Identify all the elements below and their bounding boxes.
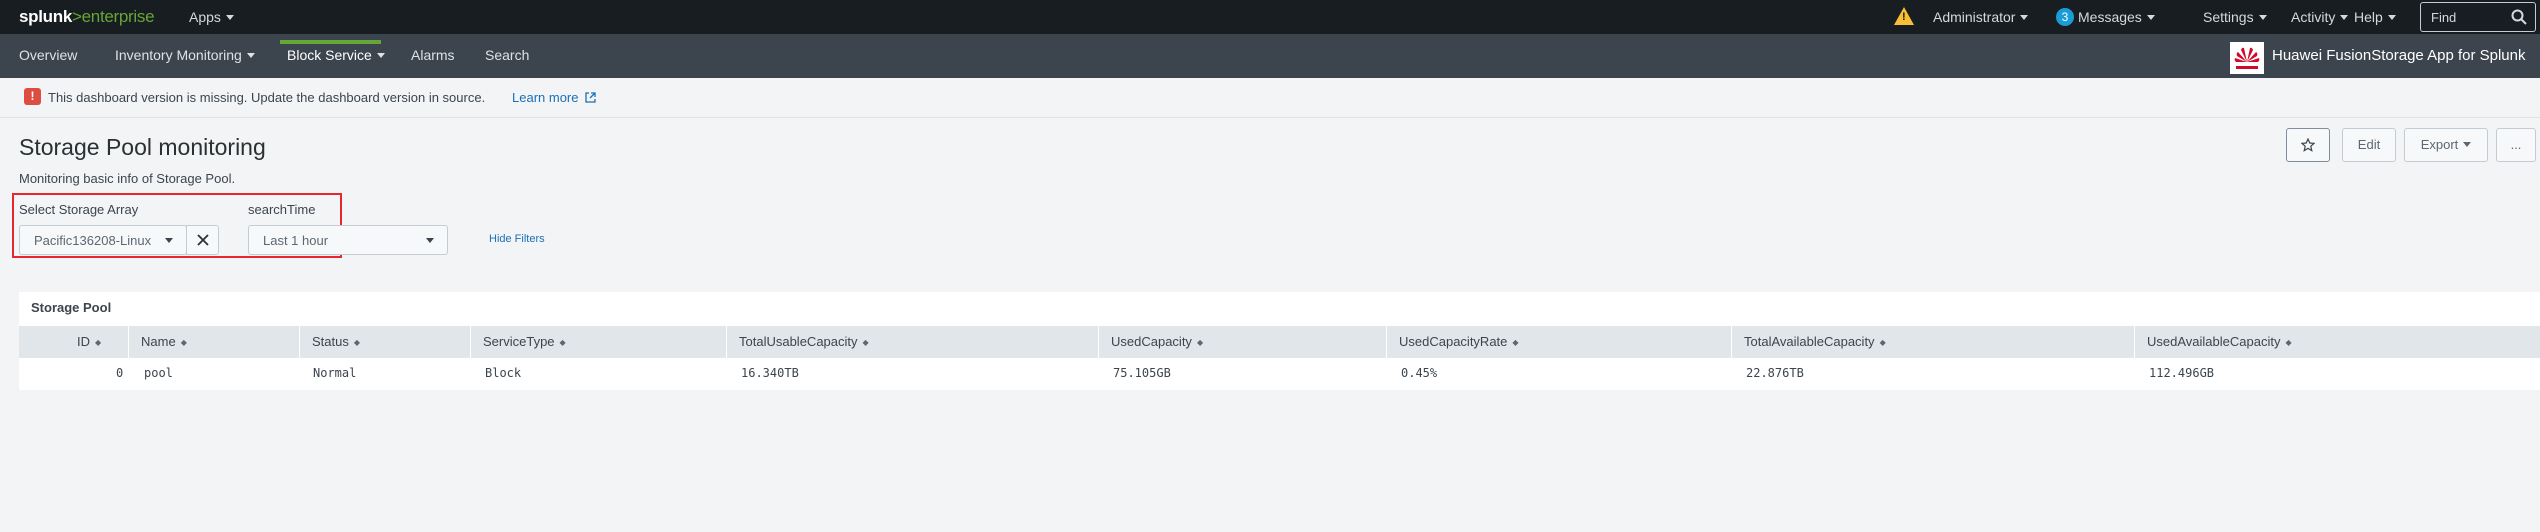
panel-title: Storage Pool — [31, 300, 112, 315]
edit-button[interactable]: Edit — [2342, 128, 2396, 162]
cell-status: Normal — [313, 366, 357, 380]
close-icon — [197, 234, 209, 246]
cell-servicetype: Block — [485, 366, 522, 380]
table-header: ID ◆ Name ◆ Status ◆ ServiceType ◆ TotalUsab… — [19, 326, 2540, 358]
dashboard-version-alert: This dashboard version is missing. Updat… — [48, 90, 486, 105]
sort-icon: ◆ — [2285, 338, 2292, 347]
sort-icon: ◆ — [95, 338, 102, 347]
column-header-name[interactable]: Name ◆ — [128, 326, 286, 358]
star-icon — [2300, 137, 2316, 152]
app-title[interactable]: Huawei FusionStorage App for Splunk — [2272, 47, 2525, 64]
storage-pool-panel: Storage Pool ID ◆ Name ◆ Status ◆ ServiceTy… — [19, 292, 2540, 390]
messages-count-badge[interactable]: 3 — [2056, 8, 2074, 26]
cell-name: pool — [144, 366, 173, 380]
column-header-usedcapacity[interactable]: UsedCapacity ◆ — [1098, 326, 1386, 358]
cell-totalusablecapacity: 16.340TB — [741, 366, 799, 380]
activity-menu[interactable]: Activity — [2291, 9, 2349, 25]
search-icon — [2511, 9, 2527, 25]
nav-block-service[interactable]: Block Service — [287, 47, 385, 63]
cell-usedcapacity: 75.105GB — [1113, 366, 1171, 380]
more-actions-button[interactable]: ... — [2496, 128, 2536, 162]
chevron-down-icon — [426, 238, 434, 243]
sort-icon: ◆ — [1196, 338, 1204, 347]
splunk-logo[interactable]: splunk>enterprise — [19, 7, 155, 27]
chevron-down-icon — [165, 238, 173, 243]
apps-menu[interactable]: Apps — [189, 9, 234, 25]
column-header-totalavailablecapacity[interactable]: TotalAvailableCapacity ◆ — [1731, 326, 2134, 358]
chevron-down-icon — [2020, 15, 2029, 20]
nav-search[interactable]: Search — [485, 47, 529, 63]
storage-array-dropdown[interactable]: Pacific136208-Linux — [19, 225, 187, 255]
column-header-id[interactable]: ID ◆ — [77, 326, 101, 358]
nav-overview[interactable]: Overview — [19, 47, 77, 63]
help-menu[interactable]: Help — [2354, 9, 2396, 25]
chevron-down-icon — [2463, 142, 2472, 147]
chevron-down-icon — [2340, 15, 2349, 20]
app-bar: Overview Inventory Monitoring Block Serv… — [0, 34, 2540, 78]
hide-filters-link[interactable]: Hide Filters — [489, 233, 545, 245]
find-placeholder: Find — [2431, 10, 2457, 25]
huawei-logo — [2230, 42, 2264, 74]
nav-alarms[interactable]: Alarms — [411, 47, 455, 63]
sort-icon: ◆ — [862, 338, 869, 347]
divider — [0, 117, 2540, 118]
column-header-status[interactable]: Status ◆ — [299, 326, 471, 358]
column-header-usedavailablecapacity[interactable]: UsedAvailableCapacity ◆ — [2134, 326, 2540, 358]
column-header-totalusablecapacity[interactable]: TotalUsableCapacity ◆ — [726, 326, 1098, 358]
column-header-servicetype[interactable]: ServiceType ◆ — [470, 326, 726, 358]
clear-storage-array-button[interactable] — [186, 225, 219, 255]
sort-icon: ◆ — [1879, 338, 1886, 347]
cell-id: 0 — [116, 366, 124, 380]
sort-icon: ◆ — [180, 338, 187, 347]
chevron-down-icon — [2146, 15, 2155, 20]
administrator-menu[interactable]: Administrator — [1933, 9, 2029, 25]
column-header-usedcapacityrate[interactable]: UsedCapacityRate ◆ — [1386, 326, 1731, 358]
page-title: Storage Pool monitoring — [19, 134, 266, 160]
favorite-button[interactable] — [2286, 128, 2330, 162]
nav-inventory-monitoring[interactable]: Inventory Monitoring — [115, 47, 255, 63]
sort-icon: ◆ — [1512, 338, 1519, 347]
search-time-dropdown[interactable]: Last 1 hour — [248, 225, 448, 255]
find-input[interactable]: Find — [2420, 2, 2536, 32]
error-icon: ! — [24, 88, 41, 105]
cell-usedcapacityrate: 0.45% — [1401, 366, 1438, 380]
top-bar: splunk>enterprise Apps ! Administrator 3… — [0, 0, 2540, 34]
search-time-label: searchTime — [248, 202, 316, 217]
learn-more-link[interactable]: Learn more — [512, 90, 578, 105]
sort-icon: ◆ — [353, 338, 361, 347]
chevron-down-icon — [2387, 15, 2396, 20]
chevron-down-icon — [376, 53, 385, 58]
settings-menu[interactable]: Settings — [2203, 9, 2267, 25]
active-tab-indicator — [280, 40, 381, 44]
export-button[interactable]: Export — [2404, 128, 2488, 162]
cell-usedavailablecapacity: 112.496GB — [2149, 366, 2215, 380]
messages-menu[interactable]: Messages — [2078, 9, 2155, 25]
chevron-down-icon — [225, 15, 234, 20]
external-link-icon[interactable] — [585, 92, 596, 103]
page-description: Monitoring basic info of Storage Pool. — [19, 171, 236, 186]
chevron-down-icon — [2258, 15, 2267, 20]
storage-array-label: Select Storage Array — [19, 202, 139, 217]
cell-totalavailablecapacity: 22.876TB — [1746, 366, 1804, 380]
chevron-down-icon — [246, 53, 255, 58]
sort-icon: ◆ — [559, 338, 566, 347]
